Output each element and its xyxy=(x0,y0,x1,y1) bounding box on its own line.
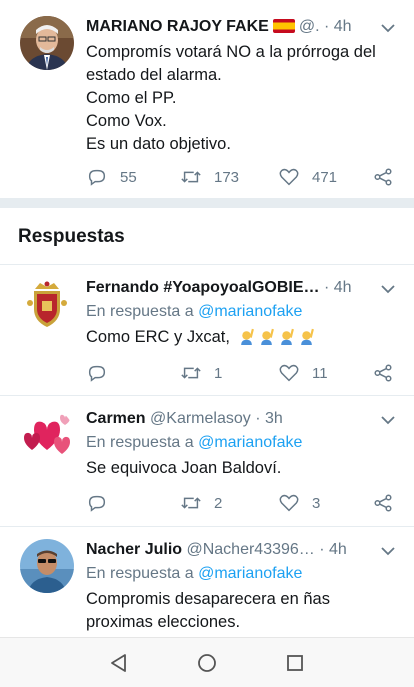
like-button[interactable]: 471 xyxy=(278,165,337,189)
avatar[interactable] xyxy=(20,539,74,593)
heart-icon xyxy=(279,364,299,382)
retweet-count: 1 xyxy=(214,364,223,382)
tweet-text: Compromis desaparecera en ñas proximas e… xyxy=(86,588,398,634)
like-count: 11 xyxy=(312,364,328,382)
tweet-time[interactable]: 3h xyxy=(265,410,283,427)
reply-button[interactable]: 55 xyxy=(86,165,137,189)
reply-icon xyxy=(88,495,106,512)
like-count: 471 xyxy=(312,168,338,186)
main-tweet: MARIANO RAJOY FAKE @. · 4h Compromís vota… xyxy=(0,0,414,198)
author-handle[interactable]: @. xyxy=(299,18,320,35)
chevron-down-icon[interactable] xyxy=(380,543,396,559)
avatar[interactable] xyxy=(20,16,74,70)
reply-prefix: En respuesta a xyxy=(86,565,194,582)
tweet-line: Como el PP. xyxy=(86,89,177,107)
share-button[interactable] xyxy=(372,165,394,189)
tweet-line: proximas elecciones. xyxy=(86,613,241,631)
retweet-count: 173 xyxy=(214,168,240,186)
reply-context: En respuesta a @marianofake xyxy=(86,563,302,585)
avatar[interactable] xyxy=(20,277,74,331)
reply-tweet[interactable]: Fernando #YoapoyoalGOBIE… · 4h En respue… xyxy=(0,265,414,395)
reply-button[interactable] xyxy=(86,361,108,385)
avatar[interactable] xyxy=(20,408,74,462)
reply-button[interactable] xyxy=(86,491,108,515)
author-name[interactable]: Fernando #YoapoyoalGOBIE… xyxy=(86,279,320,296)
tweet-time[interactable]: 4h xyxy=(329,541,347,558)
author-handle[interactable]: @Nacher43396… xyxy=(186,541,314,558)
tweet-header: MARIANO RAJOY FAKE @. · 4h xyxy=(86,16,374,38)
dot-separator: · xyxy=(250,410,265,427)
like-button[interactable]: 3 xyxy=(278,491,320,515)
tweet-header: Nacher Julio @Nacher43396… · 4h xyxy=(86,539,374,561)
reply-context: En respuesta a @marianofake xyxy=(86,432,302,454)
tweet-line: Como ERC y Jxcat, xyxy=(86,328,230,346)
tweet-text: Se equivoca Joan Baldoví. xyxy=(86,457,398,480)
tweet-text: Compromís votará NO a la prórroga del es… xyxy=(86,41,398,156)
like-count: 3 xyxy=(312,494,321,512)
retweet-button[interactable]: 1 xyxy=(180,361,222,385)
tweet-line: Compromis desaparecera en ñas xyxy=(86,590,330,608)
dot-separator: · xyxy=(319,279,334,296)
chevron-down-icon[interactable] xyxy=(380,412,396,428)
retweet-count: 2 xyxy=(214,494,223,512)
tweet-line: estado del alarma. xyxy=(86,66,222,84)
reply-prefix: En respuesta a xyxy=(86,434,194,451)
chevron-down-icon[interactable] xyxy=(380,20,396,36)
chevron-down-icon[interactable] xyxy=(380,281,396,297)
person-raising-hand-emoji-icon xyxy=(300,328,314,345)
back-triangle-icon[interactable] xyxy=(108,652,130,674)
dot-separator: · xyxy=(319,18,334,35)
author-handle[interactable]: @Karmelasoy xyxy=(150,410,251,427)
reply-context: En respuesta a @marianofake xyxy=(86,301,302,323)
reply-tweet[interactable]: Carmen @Karmelasoy · 3h En respuesta a @… xyxy=(0,396,414,526)
section-title: Respuestas xyxy=(18,226,125,247)
tweet-actions: 2 3 xyxy=(86,491,398,515)
tweet-time[interactable]: 4h xyxy=(334,18,352,35)
reply-icon xyxy=(88,169,106,186)
retweet-button[interactable]: 173 xyxy=(180,165,239,189)
retweet-icon xyxy=(181,367,201,379)
retweet-icon xyxy=(181,171,201,183)
home-circle-icon[interactable] xyxy=(196,652,218,674)
share-button[interactable] xyxy=(372,491,394,515)
tweet-header: Carmen @Karmelasoy · 3h xyxy=(86,408,374,430)
spain-flag-icon xyxy=(272,19,295,33)
mention-link[interactable]: @marianofake xyxy=(198,303,302,320)
author-name[interactable]: Carmen xyxy=(86,410,146,427)
like-button[interactable]: 11 xyxy=(278,361,328,385)
system-navigation-bar xyxy=(0,637,414,687)
author-name[interactable]: Nacher Julio xyxy=(86,541,182,558)
reply-prefix: En respuesta a xyxy=(86,303,194,320)
tweet-header: Fernando #YoapoyoalGOBIE… · 4h xyxy=(86,277,374,299)
tweet-text: Como ERC y Jxcat, xyxy=(86,326,398,349)
tweet-time[interactable]: 4h xyxy=(334,279,352,296)
tweet-line: Es un dato objetivo. xyxy=(86,135,231,153)
reply-icon xyxy=(88,365,106,382)
tweet-actions: 55 173 471 xyxy=(86,165,398,189)
share-icon xyxy=(374,364,392,382)
mention-link[interactable]: @marianofake xyxy=(198,434,302,451)
retweet-icon xyxy=(181,497,201,509)
reply-count: 55 xyxy=(120,168,137,186)
tweet-line: Como Vox. xyxy=(86,112,167,130)
author-name[interactable]: MARIANO RAJOY FAKE xyxy=(86,18,269,35)
tweet-line: Compromís votará NO a la prórroga del xyxy=(86,43,376,61)
section-divider xyxy=(0,198,414,208)
share-icon xyxy=(374,168,392,186)
tweet-actions: 1 11 xyxy=(86,361,398,385)
recents-square-icon[interactable] xyxy=(284,652,306,674)
heart-icon xyxy=(279,168,299,186)
heart-icon xyxy=(279,494,299,512)
mention-link[interactable]: @marianofake xyxy=(198,565,302,582)
retweet-button[interactable]: 2 xyxy=(180,491,222,515)
person-raising-hand-emoji-icon xyxy=(280,328,294,345)
person-raising-hand-emoji-icon xyxy=(260,328,274,345)
person-raising-hand-emoji-icon xyxy=(240,328,254,345)
dot-separator: · xyxy=(314,541,330,558)
reply-tweet[interactable]: Nacher Julio @Nacher43396… · 4h En respu… xyxy=(0,527,414,637)
share-button[interactable] xyxy=(372,361,394,385)
share-icon xyxy=(374,494,392,512)
tweet-line: Se equivoca Joan Baldoví. xyxy=(86,459,282,477)
